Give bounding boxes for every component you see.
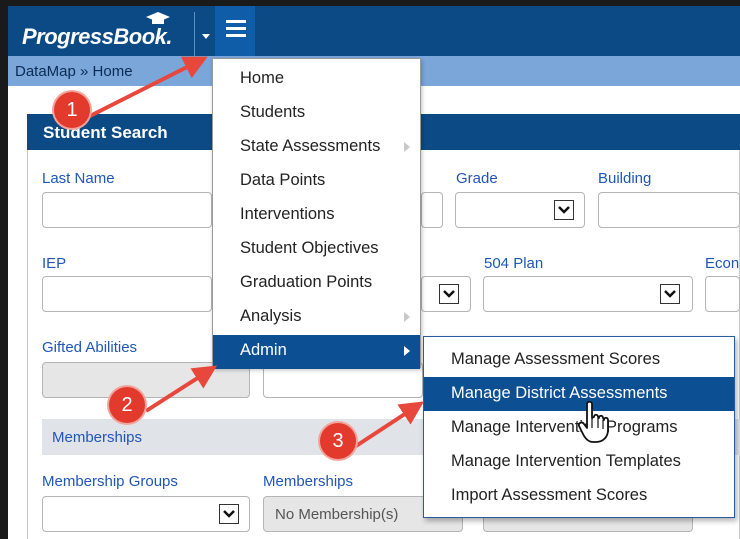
callout-badge-2: 2	[109, 387, 145, 423]
hamburger-icon	[226, 20, 246, 23]
menu-item-label: Admin	[240, 341, 287, 359]
submenu-item-label: Manage Intervention Programs	[451, 418, 678, 436]
grade-label: Grade	[456, 170, 498, 187]
building-label: Building	[598, 170, 652, 187]
memberships-label: Memberships	[263, 473, 354, 490]
membership-groups-select[interactable]	[42, 496, 250, 532]
graduation-cap-icon	[146, 12, 170, 24]
submenu-item-manage-assessment-scores[interactable]: Manage Assessment Scores	[424, 343, 734, 377]
partial-select[interactable]	[421, 276, 471, 312]
hand-cursor-icon	[577, 400, 609, 443]
menu-item-state-assessments[interactable]: State Assessments	[213, 131, 420, 165]
menu-item-interventions[interactable]: Interventions	[213, 199, 420, 233]
menu-item-label: Analysis	[240, 307, 302, 325]
menu-item-students[interactable]: Students	[213, 97, 420, 131]
menu-item-label: Students	[240, 103, 306, 121]
hamburger-menu-button[interactable]	[215, 6, 255, 56]
menu-item-label: Student Objectives	[240, 239, 379, 257]
callout-badge-1: 1	[54, 92, 90, 128]
top-navbar: ProgressBook.	[8, 0, 740, 56]
logo-dropdown-button[interactable]	[194, 12, 215, 56]
chevron-down-icon	[439, 284, 459, 304]
menu-item-label: Data Points	[240, 171, 326, 189]
partial-input[interactable]	[421, 192, 443, 228]
menu-item-label: State Assessments	[240, 137, 381, 155]
econ-select[interactable]	[705, 276, 740, 312]
submenu-item-label: Manage Assessment Scores	[451, 350, 661, 368]
chevron-right-icon	[404, 312, 410, 322]
gifted-abilities-label: Gifted Abilities	[42, 339, 138, 356]
menu-item-admin[interactable]: Admin	[213, 335, 420, 369]
submenu-item-label: Manage District Assessments	[451, 384, 668, 402]
menu-item-data-points[interactable]: Data Points	[213, 165, 420, 199]
iep-select[interactable]	[42, 276, 212, 312]
econ-label: Econ	[705, 255, 740, 272]
submenu-item-label: Manage Intervention Templates	[451, 452, 681, 470]
chevron-right-icon	[404, 142, 410, 152]
menu-item-label: Home	[240, 69, 285, 87]
menu-item-student-objectives[interactable]: Student Objectives	[213, 233, 420, 267]
menu-item-graduation-points[interactable]: Graduation Points	[213, 267, 420, 301]
callout-badge-3: 3	[320, 423, 356, 459]
main-nav-menu: Home Students State Assessments Data Poi…	[212, 58, 421, 369]
menu-item-label: Graduation Points	[240, 273, 373, 291]
last-name-label: Last Name	[42, 170, 115, 187]
progressbook-logo[interactable]: ProgressBook.	[22, 24, 173, 50]
chevron-right-icon	[404, 346, 410, 356]
504-plan-label: 504 Plan	[484, 255, 544, 272]
last-name-input[interactable]	[42, 192, 212, 228]
membership-groups-label: Membership Groups	[42, 473, 178, 490]
chevron-down-icon	[660, 284, 680, 304]
building-select[interactable]	[598, 192, 740, 228]
submenu-item-manage-intervention-templates[interactable]: Manage Intervention Templates	[424, 445, 734, 479]
chevron-down-icon	[219, 504, 239, 524]
hamburger-icon-line	[226, 27, 246, 30]
menu-item-home[interactable]: Home	[213, 63, 420, 97]
menu-item-label: Interventions	[240, 205, 335, 223]
iep-label: IEP	[42, 255, 67, 272]
menu-item-analysis[interactable]: Analysis	[213, 301, 420, 335]
504-plan-select[interactable]	[483, 276, 693, 312]
grade-select[interactable]	[455, 192, 585, 228]
memberships-section-label: Memberships	[52, 429, 143, 446]
hamburger-icon-line	[226, 34, 246, 37]
chevron-down-icon	[554, 200, 574, 220]
memberships-value: No Membership(s)	[275, 506, 399, 523]
submenu-item-label: Import Assessment Scores	[451, 486, 648, 504]
submenu-item-import-assessment-scores[interactable]: Import Assessment Scores	[424, 479, 734, 513]
